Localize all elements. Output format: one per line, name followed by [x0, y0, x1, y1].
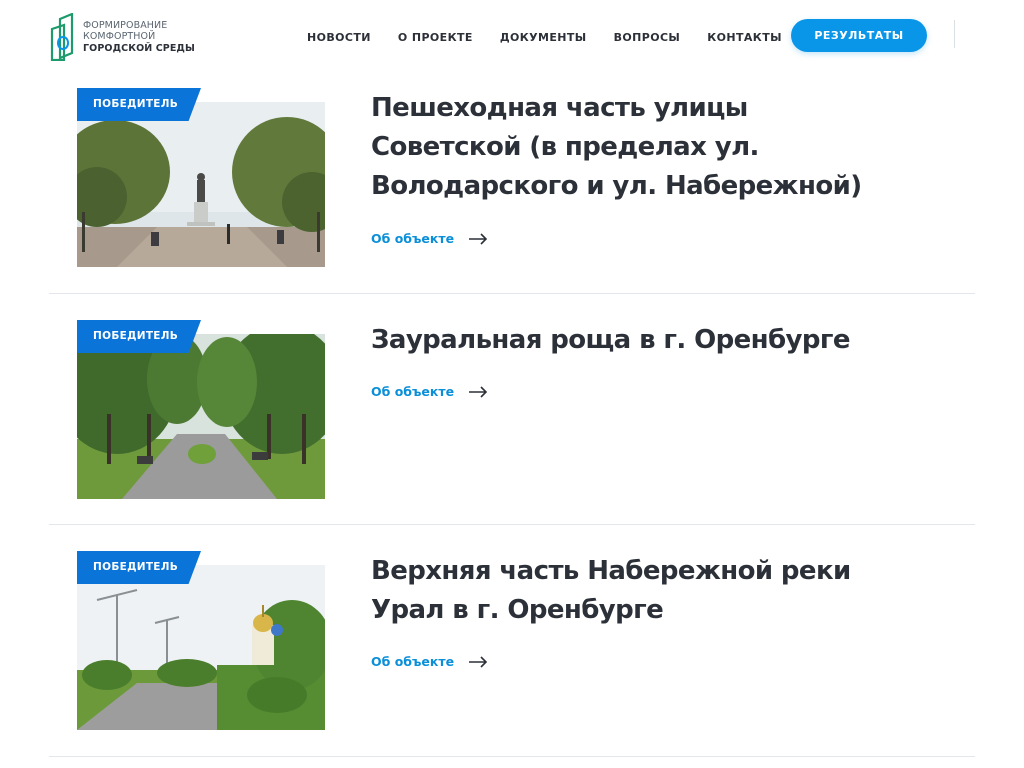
- project-card: ПОБЕДИТЕЛЬ Пешеходная часть улицы Советс…: [49, 88, 975, 294]
- project-card: ПОБЕДИТЕЛЬ Верхняя часть Набережной реки…: [49, 551, 975, 757]
- project-title[interactable]: Зауральная роща в г. Оренбурге: [371, 321, 891, 360]
- site-header: Формирование комфортной городской среды …: [0, 0, 1024, 72]
- about-object-link-label: Об объекте: [371, 654, 455, 669]
- winner-badge: ПОБЕДИТЕЛЬ: [77, 88, 201, 121]
- main-nav: НОВОСТИ О ПРОЕКТЕ ДОКУМЕНТЫ ВОПРОСЫ КОНТ…: [298, 26, 809, 48]
- project-image[interactable]: [77, 334, 325, 499]
- nav-item-contacts[interactable]: КОНТАКТЫ: [707, 31, 782, 44]
- logo-icon: [50, 13, 74, 61]
- nav-item-about[interactable]: О ПРОЕКТЕ: [398, 31, 473, 44]
- about-object-link[interactable]: Об объекте: [371, 384, 488, 399]
- project-title[interactable]: Верхняя часть Набережной реки Урал в г. …: [371, 552, 891, 630]
- photo-embankment-church: [77, 565, 325, 730]
- about-object-link[interactable]: Об объекте: [371, 654, 488, 669]
- photo-park-alley: [77, 334, 325, 499]
- logo-text: Формирование комфортной городской среды: [83, 20, 195, 55]
- winner-badge: ПОБЕДИТЕЛЬ: [77, 320, 201, 353]
- logo-line-1: Формирование: [83, 19, 168, 31]
- about-object-link[interactable]: Об объекте: [371, 231, 488, 246]
- nav-item-news[interactable]: НОВОСТИ: [307, 31, 371, 44]
- arrow-right-icon: [469, 232, 488, 245]
- arrow-right-icon: [469, 655, 488, 668]
- logo-line-3: городской среды: [83, 42, 195, 54]
- arrow-right-icon: [469, 385, 488, 398]
- nav-item-questions[interactable]: ВОПРОСЫ: [614, 31, 681, 44]
- project-card: ПОБЕДИТЕЛЬ Зауральная роща в г. Оренбург…: [49, 320, 975, 525]
- site-logo[interactable]: Формирование комфортной городской среды: [50, 12, 200, 62]
- results-button[interactable]: РЕЗУЛЬТАТЫ: [791, 19, 927, 52]
- nav-item-documents[interactable]: ДОКУМЕНТЫ: [500, 31, 587, 44]
- photo-pedestrian-street-monument: [77, 102, 325, 267]
- project-image[interactable]: [77, 102, 325, 267]
- project-title[interactable]: Пешеходная часть улицы Советской (в пред…: [371, 89, 891, 206]
- about-object-link-label: Об объекте: [371, 384, 455, 399]
- header-divider: [954, 20, 955, 48]
- about-object-link-label: Об объекте: [371, 231, 455, 246]
- project-image[interactable]: [77, 565, 325, 730]
- winner-badge: ПОБЕДИТЕЛЬ: [77, 551, 201, 584]
- logo-line-2: комфортной: [83, 31, 156, 43]
